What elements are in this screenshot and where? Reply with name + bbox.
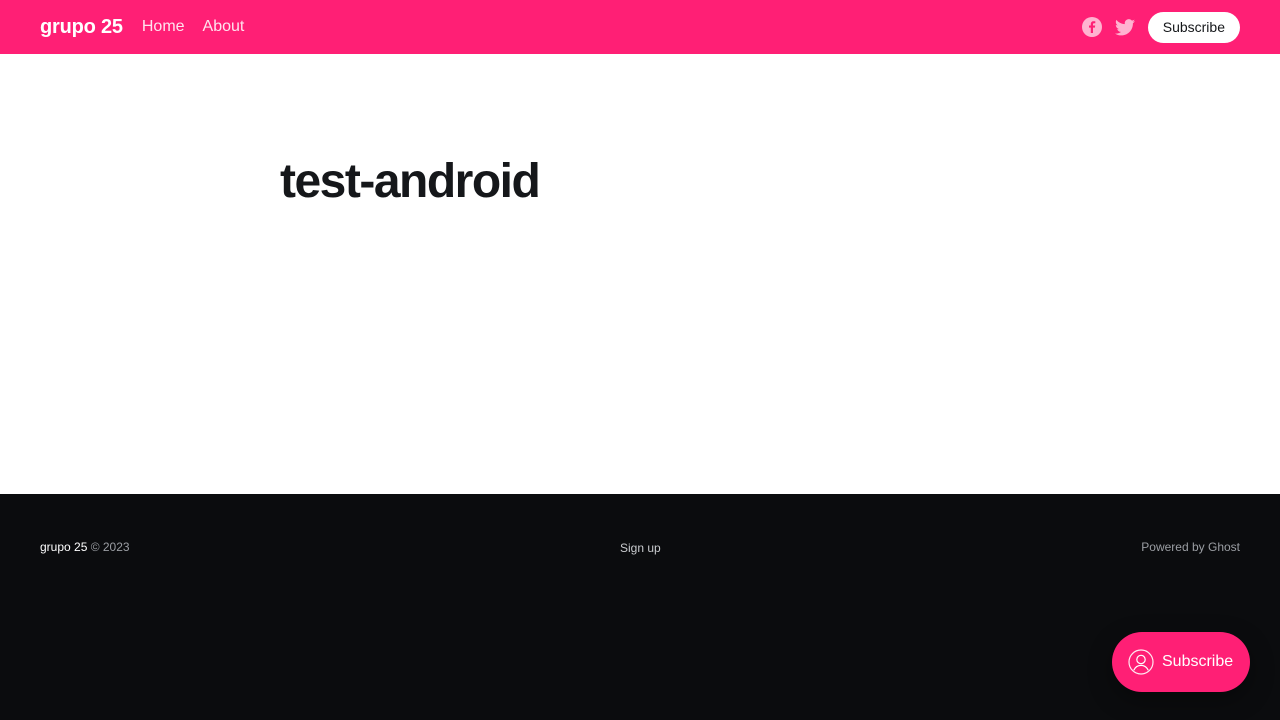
copyright-text: © 2023 bbox=[87, 540, 130, 554]
twitter-icon[interactable] bbox=[1114, 16, 1136, 38]
footer-brand-link[interactable]: grupo 25 bbox=[40, 540, 87, 554]
main-content: test-android bbox=[0, 54, 1280, 494]
page-title: test-android bbox=[280, 155, 541, 208]
user-icon bbox=[1128, 649, 1154, 675]
site-header: grupo 25 Home About Subscribe bbox=[0, 0, 1280, 54]
subscribe-button[interactable]: Subscribe bbox=[1147, 11, 1240, 43]
portal-subscribe-button[interactable]: Subscribe bbox=[1112, 632, 1250, 692]
main-nav: Home About bbox=[142, 18, 245, 36]
portal-subscribe-label: Subscribe bbox=[1162, 653, 1234, 670]
nav-item-home[interactable]: Home bbox=[142, 18, 185, 36]
facebook-icon[interactable] bbox=[1081, 16, 1103, 38]
header-actions: Subscribe bbox=[1081, 11, 1240, 43]
footer-copyright: grupo 25 © 2023 bbox=[40, 540, 130, 554]
nav-item-about[interactable]: About bbox=[203, 18, 245, 36]
footer-signup-link[interactable]: Sign up bbox=[620, 541, 661, 555]
site-title-link[interactable]: grupo 25 bbox=[40, 16, 123, 39]
powered-by-link[interactable]: Powered by Ghost bbox=[1141, 540, 1240, 554]
site-footer: grupo 25 © 2023 Sign up Powered by Ghost bbox=[0, 494, 1280, 720]
